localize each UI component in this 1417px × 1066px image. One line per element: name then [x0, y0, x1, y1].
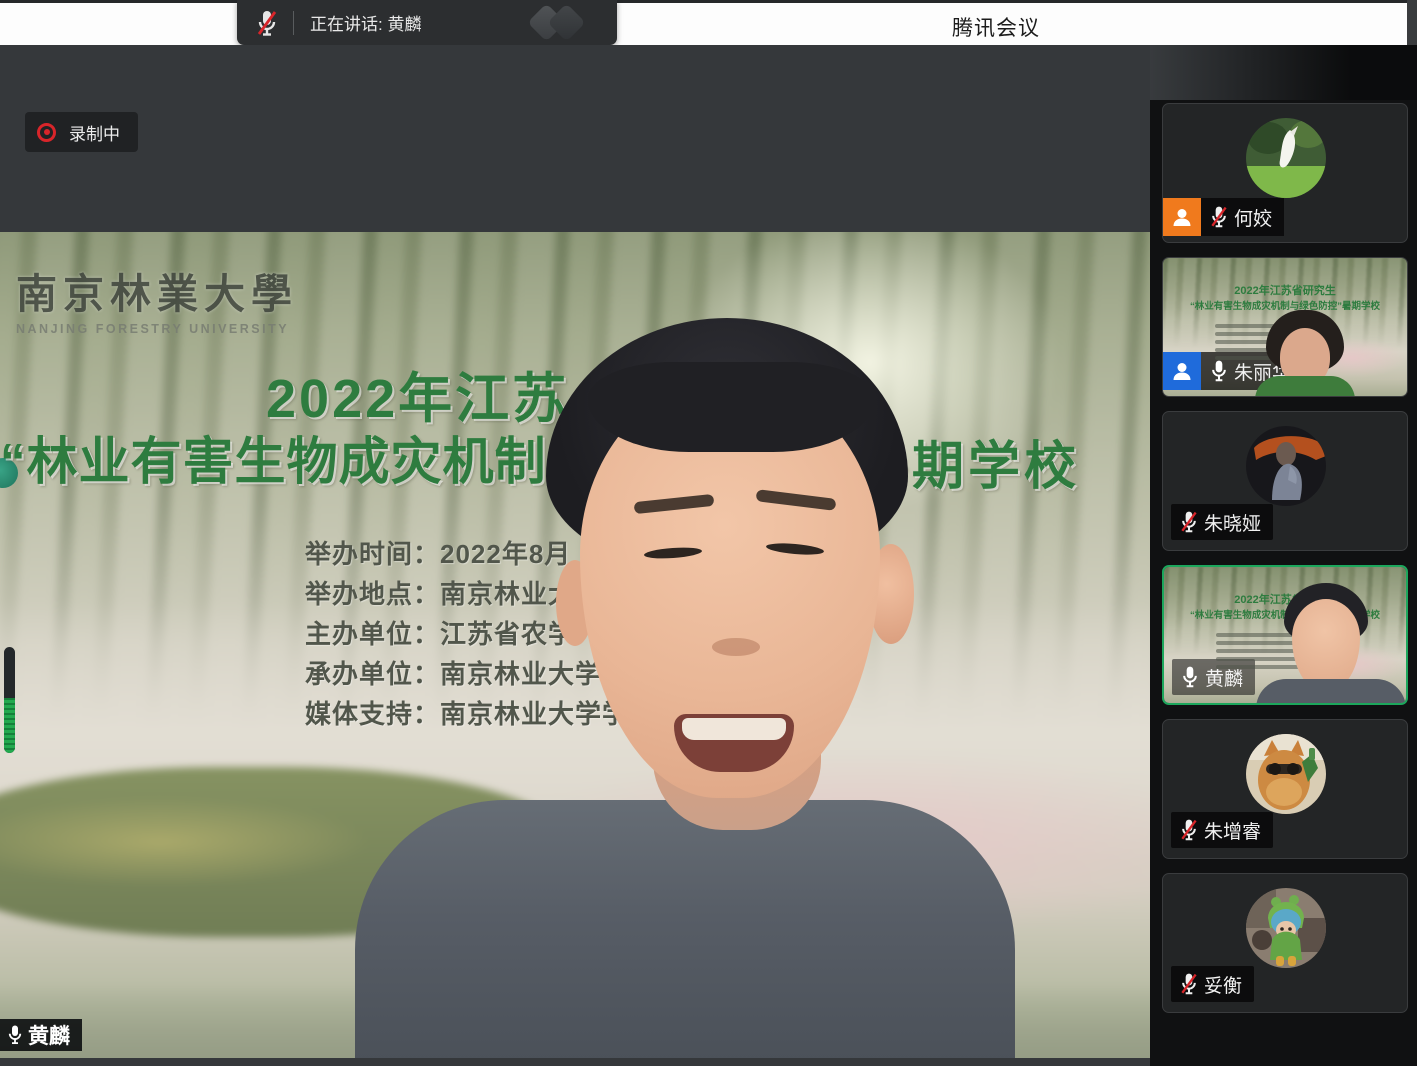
- mic-muted-icon: [1179, 818, 1199, 843]
- participants-sidebar: 何姣 2022年江苏省研究生 “林业有害生物成灾机制与绿色防控”暑期学校: [1150, 45, 1417, 1066]
- participant-name: 朱增睿: [1204, 817, 1261, 844]
- divider: [293, 11, 294, 35]
- person-icon: [1170, 359, 1194, 383]
- avatar-frog-hood-toy: [1246, 888, 1326, 968]
- tencent-meeting-logo-icon: [519, 0, 599, 45]
- role-badge-orange: [1163, 198, 1201, 236]
- window-titlebar: 腾讯会议 正在讲话: 黄麟: [0, 0, 1417, 45]
- participant-tile-zhuxiaoya[interactable]: 朱晓娅: [1162, 411, 1408, 551]
- participant-tile-zhulihua[interactable]: 2022年江苏省研究生 “林业有害生物成灾机制与绿色防控”暑期学校 朱丽华: [1162, 257, 1408, 397]
- mini-slide-line1: 2022年江苏省研究生: [1164, 591, 1406, 607]
- participant-label: 何姣: [1201, 198, 1284, 236]
- mic-volume-level: [4, 698, 15, 753]
- speaking-label: 正在讲话: 黄麟: [310, 10, 421, 35]
- speaker-nose: [712, 638, 760, 656]
- main-speaker-name: 黄麟: [28, 1020, 70, 1050]
- participant-name: 何姣: [1234, 204, 1272, 231]
- mic-muted-icon: [1179, 510, 1199, 535]
- role-badge-blue: [1163, 352, 1201, 390]
- mic-on-icon: [6, 1024, 24, 1046]
- speaking-status-bar[interactable]: 正在讲话: 黄麟: [237, 0, 617, 45]
- participant-name: 朱晓娅: [1204, 509, 1261, 536]
- sidebar-top-fade: [1150, 45, 1417, 100]
- recording-indicator[interactable]: 录制中: [25, 112, 138, 152]
- participant-tile-zhuzengrui[interactable]: 朱增睿: [1162, 719, 1408, 859]
- participant-tiles: 何姣 2022年江苏省研究生 “林业有害生物成灾机制与绿色防控”暑期学校: [1162, 103, 1408, 1013]
- speaker-figure: [0, 232, 1150, 1058]
- main-speaker-video[interactable]: 南京林業大學 NANJING FORESTRY UNIVERSITY 2022年…: [0, 232, 1150, 1058]
- avatar-night-photo: [1246, 426, 1326, 506]
- avatar-orange-cat: [1246, 734, 1326, 814]
- recording-label: 录制中: [69, 120, 120, 145]
- main-speaker-name-tag: 黄麟: [0, 1019, 82, 1051]
- participant-label: 朱增睿: [1171, 812, 1273, 848]
- avatar-bird-on-grass: [1246, 118, 1326, 198]
- speaker-mini-shirt: [1256, 679, 1406, 705]
- participant-label: 妥衡: [1171, 966, 1254, 1002]
- person-icon: [1170, 205, 1194, 229]
- speaker-shirt: [355, 800, 1015, 1058]
- mini-slide-line2: “林业有害生物成灾机制与绿色防控”暑期学校: [1163, 298, 1407, 312]
- participant-name: 妥衡: [1204, 971, 1242, 998]
- window-right-edge: [1407, 0, 1417, 45]
- window-title: 腾讯会议: [952, 12, 1040, 42]
- mic-muted-icon: [255, 9, 279, 37]
- mic-muted-icon: [1209, 205, 1229, 230]
- participant-label: 朱晓娅: [1171, 504, 1273, 540]
- recording-dot-icon: [37, 123, 56, 142]
- speaker-fringe: [588, 362, 874, 452]
- woman-green-top: [1255, 376, 1355, 397]
- mic-volume-meter: [4, 647, 15, 753]
- main-stage: 录制中 南京林業大學 NANJING FORESTRY UNIVERSITY 2: [0, 45, 1150, 1066]
- mini-slide-line1: 2022年江苏省研究生: [1163, 282, 1407, 298]
- participant-tile-tuoheng[interactable]: 妥衡: [1162, 873, 1408, 1013]
- tencent-meeting-window: 腾讯会议 正在讲话: 黄麟 录制中: [0, 0, 1417, 1066]
- participant-tile-hejiao[interactable]: 何姣: [1162, 103, 1408, 243]
- mic-muted-icon: [1179, 972, 1199, 997]
- window-top-edge: [0, 0, 1417, 3]
- mic-on-icon: [1180, 665, 1200, 690]
- participant-tile-huanglin[interactable]: 2022年江苏省研究生 “林业有害生物成灾机制与绿色防控”暑期学校 黄麟: [1162, 565, 1408, 705]
